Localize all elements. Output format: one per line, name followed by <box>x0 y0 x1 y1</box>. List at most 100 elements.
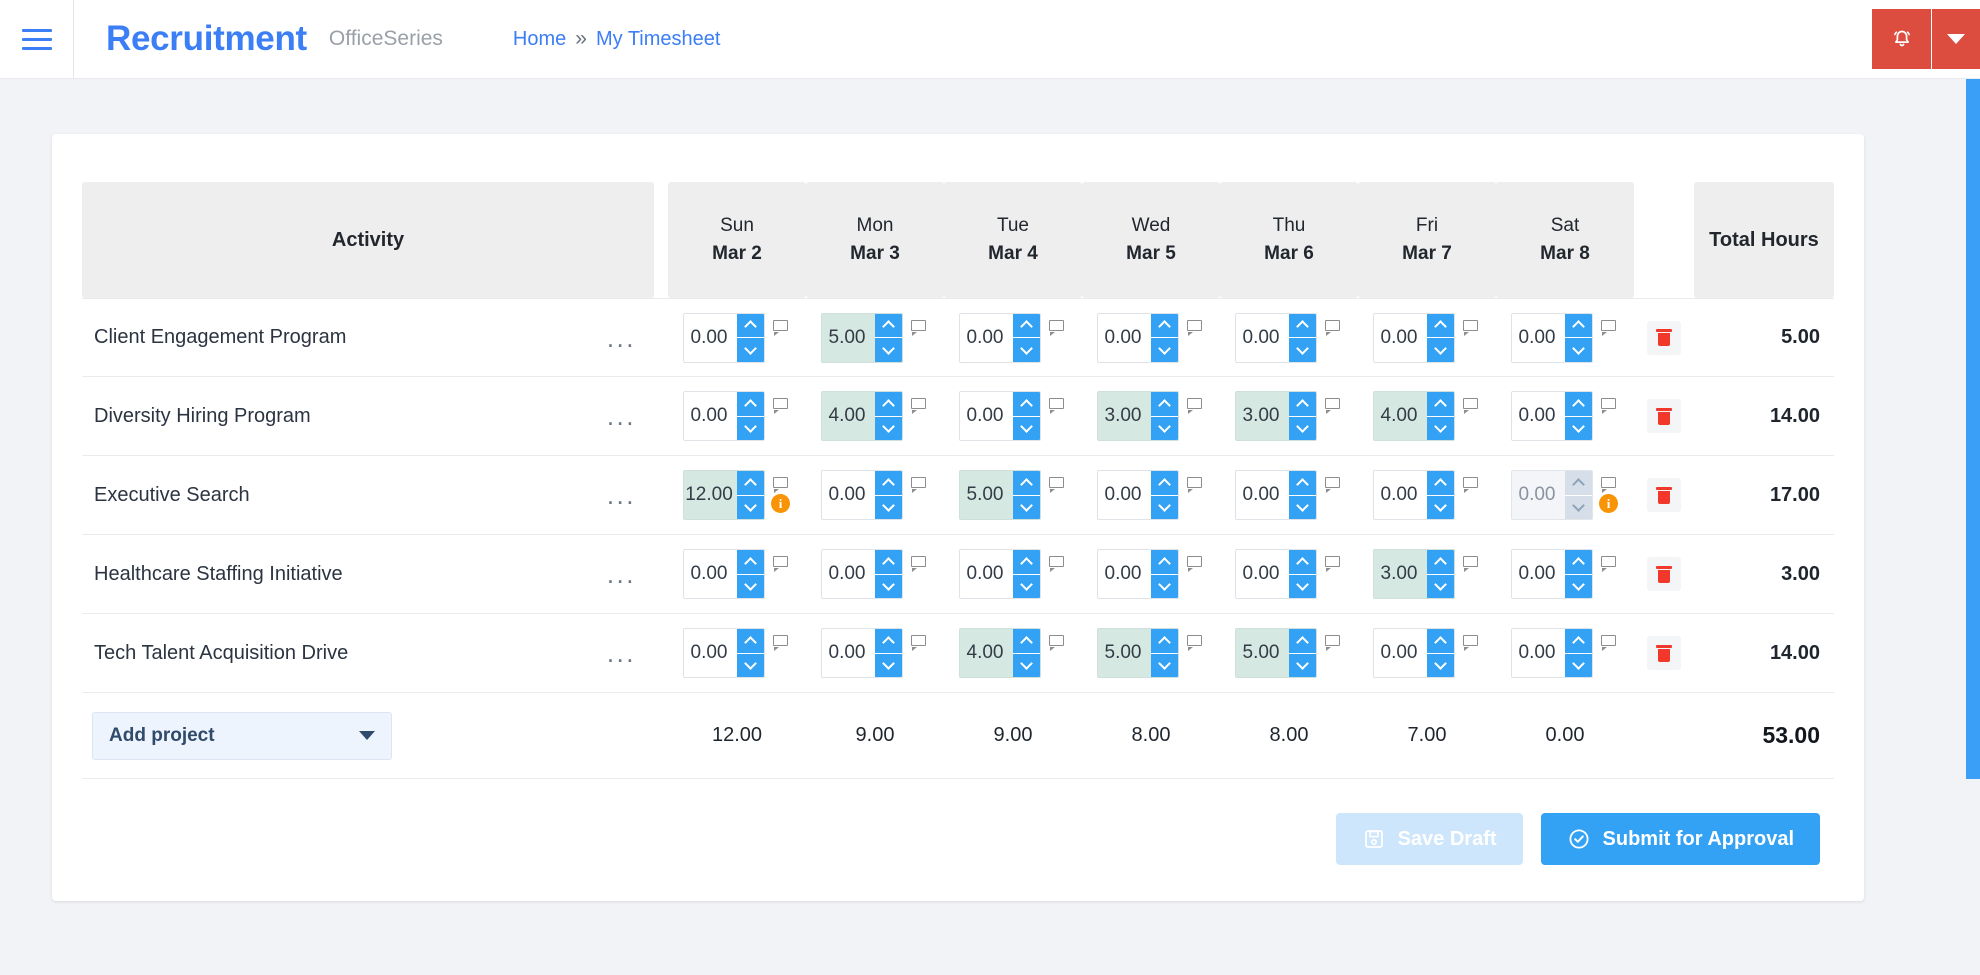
stepper-up-button[interactable] <box>1012 629 1040 654</box>
comment-icon[interactable] <box>1325 477 1340 493</box>
comment-icon[interactable] <box>1187 556 1202 572</box>
save-draft-button[interactable]: Save Draft <box>1335 813 1523 865</box>
hours-input-r0-d2[interactable]: 0.00 <box>958 312 1041 363</box>
stepper-up-button[interactable] <box>1426 313 1454 338</box>
comment-icon[interactable] <box>911 398 926 414</box>
page-scrollbar-thumb[interactable] <box>1966 79 1980 779</box>
stepper-up-button[interactable] <box>874 392 902 417</box>
stepper-up-button[interactable] <box>1288 313 1316 338</box>
stepper-up-button[interactable] <box>736 550 764 575</box>
stepper-up-button[interactable] <box>1288 392 1316 417</box>
stepper-down-button[interactable] <box>736 653 764 677</box>
hours-input-r1-d1[interactable]: 4.00 <box>820 391 903 441</box>
hours-input-r4-d4[interactable]: 5.00 <box>1234 628 1317 678</box>
stepper-down-button[interactable] <box>1150 495 1178 519</box>
comment-icon[interactable] <box>1187 635 1202 651</box>
stepper-down-button[interactable] <box>1426 416 1454 440</box>
stepper-down-button[interactable] <box>1150 338 1178 362</box>
stepper-up-button[interactable] <box>1150 471 1178 496</box>
comment-icon[interactable] <box>1049 635 1064 651</box>
hours-input-r3-d5[interactable]: 3.00 <box>1372 549 1455 599</box>
stepper-down-button[interactable] <box>1564 574 1592 598</box>
stepper-down-button[interactable] <box>736 574 764 598</box>
stepper-up-button[interactable] <box>1564 629 1592 654</box>
stepper-down-button[interactable] <box>1288 653 1316 677</box>
comment-icon[interactable] <box>773 319 788 336</box>
hours-input-r1-d6[interactable]: 0.00 <box>1510 391 1593 441</box>
comment-icon[interactable] <box>1049 556 1064 572</box>
comment-icon[interactable] <box>1325 635 1340 651</box>
stepper-down-button[interactable] <box>874 574 902 598</box>
menu-toggle-button[interactable] <box>0 0 74 78</box>
stepper-up-button[interactable] <box>1012 550 1040 575</box>
stepper-up-button[interactable] <box>1426 550 1454 575</box>
stepper-up-button[interactable] <box>1564 471 1592 496</box>
notifications-dropdown-button[interactable] <box>1932 9 1980 69</box>
hours-input-r0-d0[interactable]: 0.00 <box>682 312 765 363</box>
hours-input-r0-d6[interactable]: 0.00 <box>1510 312 1593 363</box>
add-project-select[interactable]: Add project <box>92 711 392 760</box>
delete-row-button[interactable] <box>1647 478 1681 512</box>
stepper-down-button[interactable] <box>874 653 902 677</box>
stepper-up-button[interactable] <box>1150 629 1178 654</box>
comment-icon[interactable] <box>911 319 926 336</box>
hours-input-r0-d1[interactable]: 5.00 <box>820 312 903 363</box>
delete-row-button[interactable] <box>1647 399 1681 433</box>
stepper-down-button[interactable] <box>1012 495 1040 519</box>
stepper-down-button[interactable] <box>1426 574 1454 598</box>
comment-icon[interactable] <box>1325 319 1340 336</box>
stepper-up-button[interactable] <box>874 471 902 496</box>
stepper-up-button[interactable] <box>1288 629 1316 654</box>
comment-icon[interactable] <box>911 477 926 493</box>
comment-icon[interactable] <box>1325 398 1340 414</box>
stepper-down-button[interactable] <box>1426 653 1454 677</box>
stepper-down-button[interactable] <box>736 495 764 519</box>
stepper-up-button[interactable] <box>874 629 902 654</box>
stepper-down-button[interactable] <box>736 338 764 362</box>
hours-input-r3-d6[interactable]: 0.00 <box>1510 549 1593 599</box>
hours-input-r3-d1[interactable]: 0.00 <box>820 549 903 599</box>
stepper-up-button[interactable] <box>736 313 764 338</box>
stepper-down-button[interactable] <box>1012 653 1040 677</box>
comment-icon[interactable] <box>773 556 788 572</box>
hours-input-r1-d2[interactable]: 0.00 <box>958 391 1041 441</box>
stepper-down-button[interactable] <box>1150 574 1178 598</box>
comment-icon[interactable] <box>1601 477 1616 493</box>
hours-input-r4-d5[interactable]: 0.00 <box>1372 628 1455 678</box>
stepper-down-button[interactable] <box>1150 653 1178 677</box>
hours-input-r0-d3[interactable]: 0.00 <box>1096 312 1179 363</box>
stepper-up-button[interactable] <box>1012 392 1040 417</box>
hours-input-r2-d3[interactable]: 0.00 <box>1096 470 1179 520</box>
stepper-up-button[interactable] <box>1150 392 1178 417</box>
notifications-button[interactable] <box>1872 9 1932 69</box>
stepper-down-button[interactable] <box>1012 338 1040 362</box>
stepper-up-button[interactable] <box>874 313 902 338</box>
comment-icon[interactable] <box>1187 398 1202 414</box>
hours-input-r2-d2[interactable]: 5.00 <box>958 470 1041 520</box>
comment-icon[interactable] <box>911 635 926 651</box>
comment-icon[interactable] <box>1463 398 1478 414</box>
hours-input-r2-d0[interactable]: 12.00 <box>682 470 765 520</box>
stepper-down-button[interactable] <box>1012 416 1040 440</box>
hours-input-r3-d4[interactable]: 0.00 <box>1234 549 1317 599</box>
hours-input-r2-d4[interactable]: 0.00 <box>1234 470 1317 520</box>
comment-icon[interactable] <box>911 556 926 572</box>
stepper-up-button[interactable] <box>1426 392 1454 417</box>
hours-input-r4-d3[interactable]: 5.00 <box>1096 628 1179 678</box>
comment-icon[interactable] <box>1463 635 1478 651</box>
hours-input-r1-d0[interactable]: 0.00 <box>682 391 765 441</box>
stepper-down-button[interactable] <box>1564 338 1592 362</box>
hours-input-r4-d6[interactable]: 0.00 <box>1510 628 1593 678</box>
comment-icon[interactable] <box>773 635 788 651</box>
page-scrollbar-track[interactable] <box>1964 79 1980 975</box>
comment-icon[interactable] <box>773 477 788 493</box>
hours-input-r2-d1[interactable]: 0.00 <box>820 470 903 520</box>
row-menu-button[interactable]: ... <box>607 640 636 666</box>
hours-input-r4-d2[interactable]: 4.00 <box>958 628 1041 678</box>
stepper-down-button[interactable] <box>874 495 902 519</box>
stepper-up-button[interactable] <box>1426 629 1454 654</box>
stepper-up-button[interactable] <box>1564 392 1592 417</box>
row-menu-button[interactable]: ... <box>607 403 636 429</box>
row-menu-button[interactable]: ... <box>607 482 636 508</box>
hours-input-r1-d5[interactable]: 4.00 <box>1372 391 1455 441</box>
